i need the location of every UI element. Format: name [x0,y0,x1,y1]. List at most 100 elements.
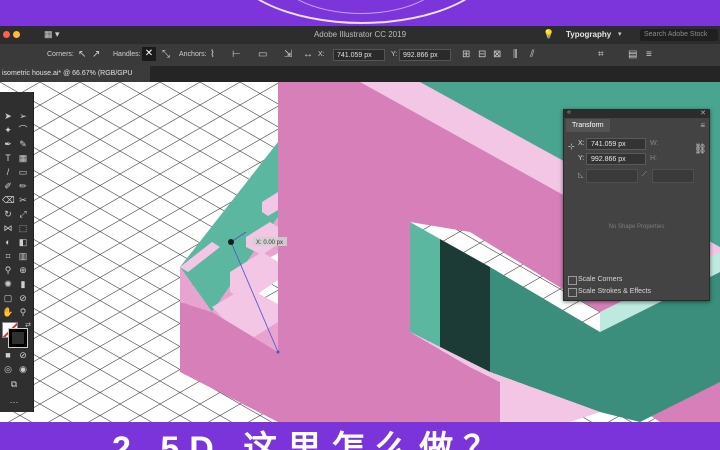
type-tool-icon[interactable]: T [2,152,14,164]
lasso-icon[interactable]: ⌒ [17,124,29,136]
transform-y-field[interactable]: 992.866 px [586,153,646,165]
shear-field[interactable] [652,169,694,183]
window-title: Adobe Illustrator CC 2019 [313,30,407,39]
menu-icon[interactable]: ≡ [646,49,652,60]
anchors-label: Anchors: [179,51,207,58]
document-tab[interactable]: isometric house.ai* @ 66.67% (RGB/GPU Pr… [0,66,150,93]
shape-icon[interactable]: ▭ [258,49,267,60]
pen-tool-icon[interactable]: ✒ [2,138,14,150]
transform-icon[interactable]: ⇲ [284,49,292,60]
scale-corners-checkbox[interactable] [568,276,577,285]
direct-selection-tool-icon[interactable]: ➢ [17,110,29,122]
scale-tool-icon[interactable]: ⤢ [17,208,29,220]
mesh-tool-icon[interactable]: ⌗ [2,250,14,262]
selection-tool-icon[interactable]: ➤ [2,110,14,122]
scale-corners-label: Scale Corners [578,276,623,283]
opening-left-wall [410,222,440,347]
title-bar: ▦ ▾ Adobe Illustrator CC 2019 💡 Typograp… [0,26,720,44]
align-left-icon[interactable]: ⊞ [462,49,470,60]
align-icon[interactable]: ⊢ [232,49,241,60]
transform-x-field[interactable]: 741.059 px [586,138,646,150]
caption-text: 2.5D 这里怎么做？ [112,430,508,450]
rotate-tool-icon[interactable]: ↻ [2,208,14,220]
perspective-grid-icon[interactable]: ◧ [17,236,29,248]
rectangle-tool-icon[interactable]: ▭ [17,166,29,178]
scale-strokes-checkbox[interactable] [568,288,577,297]
transform-panel: « ✕ Transform ≡ ⊹ X: 741.059 px W: Y: 99… [563,109,710,301]
tools-panel: ➤ ➢ ✦ ⌒ ✒ ✎ T ▦ / ▭ ✐ ✏ ⌫ ✂ ↻ ⤢ ⋈ ⬚ ◐ ◧ … [0,92,34,412]
scale-strokes-label: Scale Strokes & Effects [578,288,652,295]
rotate-angle-icon: ◺ [578,172,584,179]
graph-tool-icon[interactable]: ▮ [17,278,29,290]
x-field[interactable]: 741.059 px [333,49,385,61]
workspace-switcher[interactable]: Typography [566,30,611,39]
hand-tool-icon[interactable]: ✋ [2,306,14,318]
x-row: ⊹ X: 741.059 px W: [568,138,700,152]
panels-icon[interactable]: ▤ [628,49,637,60]
remove-anchor-icon[interactable]: ⌇ [210,49,215,60]
align-center-icon[interactable]: ⊟ [478,49,486,60]
grid-tool-icon[interactable]: ▦ [17,152,29,164]
gradient-tool-icon[interactable]: ▥ [17,250,29,262]
y-label: Y: [391,51,398,58]
distribute-icon[interactable]: ⫼ [513,49,518,60]
panel-menu-icon[interactable]: ≡ [700,121,705,130]
magic-wand-icon[interactable]: ✦ [2,124,14,136]
width-tool-icon[interactable]: ⋈ [2,222,14,234]
anchor-point [228,239,234,245]
scissors-icon[interactable]: ✂ [17,194,29,206]
chevron-down-icon: ▾ [618,31,622,38]
draw-normal-icon[interactable]: ◎ [2,363,14,375]
transform-y-label: Y: [578,155,585,162]
line-tool-icon[interactable]: / [2,166,14,178]
w-icon: W: [650,140,659,147]
corner-smooth-icon[interactable]: ↗ [92,49,100,60]
more-tools-icon[interactable]: ··· [8,396,20,408]
document-tab-bar: isometric house.ai* @ 66.67% (RGB/GPU Pr… [0,66,720,93]
search-placeholder: Search Adobe Stock [644,31,708,38]
isolate-icon[interactable]: ⌗ [598,49,604,60]
tab-transform[interactable]: Transform [566,119,610,132]
blend-tool-icon[interactable]: ⊕ [17,264,29,276]
panel-close-icon[interactable]: ✕ [700,109,706,117]
x-label: X: [318,51,325,58]
transform-x-label: X: [578,140,585,147]
pencil-icon[interactable]: ✏ [17,180,29,192]
h-icon: H: [650,155,657,162]
distribute-2-icon[interactable]: ⫽ [530,49,534,60]
reference-point-icon[interactable]: ⊹ [568,142,575,151]
control-bar: Corners: ↖ ↗ Handles: ✕ ⤡ Anchors: ⌇ ⊢ ▭… [0,44,720,66]
caption-banner: 2.5D 这里怎么做？ [0,422,720,450]
draw-behind-icon[interactable]: ◉ [17,363,29,375]
align-right-icon[interactable]: ⊠ [493,49,501,60]
none-color-icon[interactable]: ⊘ [17,349,29,361]
screen-mode-icon[interactable]: ⧉ [8,378,20,390]
y-field[interactable]: 992.866 px [399,49,451,61]
free-transform-icon[interactable]: ⬚ [17,222,29,234]
arrow-icon[interactable]: ↔ [303,49,313,60]
shape-builder-icon[interactable]: ◐ [2,236,14,248]
color-mode-icon[interactable]: ■ [2,349,14,361]
zoom-tool-icon[interactable]: ⚲ [17,306,29,318]
rotate-angle-field[interactable] [586,169,638,183]
artboard-tool-icon[interactable]: ▢ [2,292,14,304]
constrain-proportions-icon[interactable]: ⛓ [694,144,707,155]
end-anchor [276,350,280,354]
panel-collapse-icon[interactable]: « [567,109,571,116]
y-row: Y: 992.866 px H: [570,153,700,167]
curvature-tool-icon[interactable]: ✎ [17,138,29,150]
symbol-sprayer-icon[interactable]: ✺ [2,278,14,290]
search-stock-input[interactable]: Search Adobe Stock [640,29,718,41]
slice-tool-icon[interactable]: ⊘ [17,292,29,304]
corner-convert-icon[interactable]: ↖ [78,49,86,60]
lightbulb-icon[interactable]: 💡 [543,29,554,40]
measure-tooltip: X: 0.00 px [256,240,283,246]
corners-label: Corners: [47,51,74,58]
handles-toggle-icon[interactable]: ✕ [142,47,156,61]
swap-colors-icon[interactable]: ⇄ [22,320,34,332]
panel-header[interactable]: « ✕ [564,109,709,118]
paintbrush-icon[interactable]: ✐ [2,180,14,192]
handles-hide-icon[interactable]: ⤡ [162,49,170,60]
eyedropper-icon[interactable]: ⚲ [2,264,14,276]
eraser-icon[interactable]: ⌫ [2,194,15,206]
